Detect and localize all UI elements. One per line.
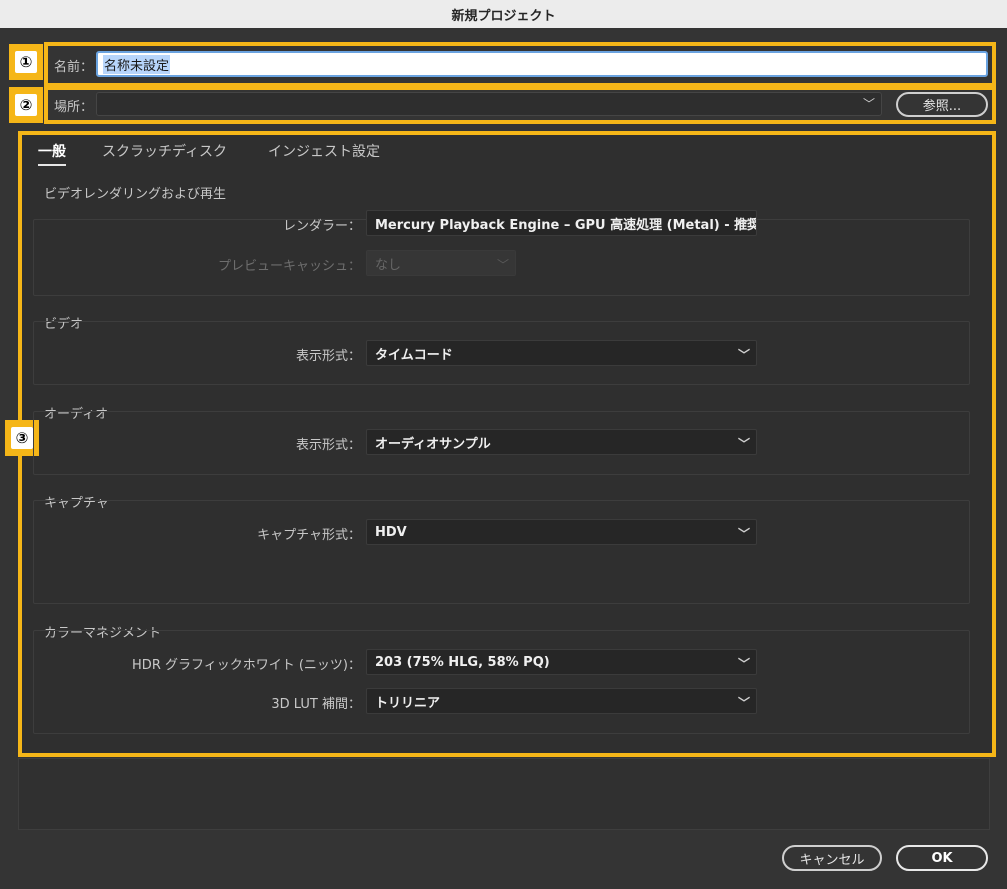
name-input-value: 名称未設定 bbox=[103, 54, 171, 74]
audio-display-format-label: 表示形式： bbox=[295, 438, 361, 453]
marker-1-label: ① bbox=[15, 51, 37, 73]
tab-general[interactable]: 一般 bbox=[38, 141, 66, 161]
chevron-down-icon: ﹀ bbox=[737, 696, 750, 710]
marker-2-label: ② bbox=[15, 94, 37, 116]
capture-format-label: キャプチャ形式： bbox=[257, 528, 361, 543]
marker-3-label: ③ bbox=[11, 427, 33, 449]
preview-cache-label: プレビューキャッシュ： bbox=[217, 259, 361, 274]
lut-interpolation-label: 3D LUT 補間： bbox=[271, 697, 361, 712]
tab-scratch-disks[interactable]: スクラッチディスク bbox=[102, 141, 227, 161]
audio-display-format-dropdown[interactable]: オーディオサンプル ﹀ bbox=[366, 429, 757, 455]
renderer-label: レンダラー： bbox=[282, 219, 361, 234]
group-color-management bbox=[33, 630, 970, 734]
lut-interpolation-dropdown[interactable]: トリリニア ﹀ bbox=[366, 688, 757, 714]
active-tab-indicator bbox=[38, 164, 66, 166]
location-label: 場所： bbox=[54, 100, 94, 115]
window-title: 新規プロジェクト bbox=[0, 0, 1007, 28]
chevron-down-icon: ﹀ bbox=[737, 348, 750, 362]
group-capture bbox=[33, 500, 970, 604]
chevron-down-icon: ﹀ bbox=[737, 527, 750, 541]
browse-button[interactable]: 参照... bbox=[896, 92, 988, 117]
lut-interpolation-value: トリリニア bbox=[375, 695, 441, 711]
hdr-white-dropdown[interactable]: 203 (75% HLG, 58% PQ) ﹀ bbox=[366, 649, 757, 675]
hdr-white-value: 203 (75% HLG, 58% PQ) bbox=[375, 654, 550, 670]
capture-format-value: HDV bbox=[375, 524, 407, 540]
video-display-format-dropdown[interactable]: タイムコード ﹀ bbox=[366, 340, 757, 366]
capture-format-dropdown[interactable]: HDV ﹀ bbox=[366, 519, 757, 545]
video-display-format-value: タイムコード bbox=[375, 347, 453, 363]
preview-cache-value: なし bbox=[375, 257, 402, 273]
video-display-format-label: 表示形式： bbox=[295, 349, 361, 364]
chevron-down-icon: ﹀ bbox=[737, 437, 750, 451]
preview-cache-dropdown: なし ﹀ bbox=[366, 250, 516, 276]
chevron-down-icon: ﹀ bbox=[737, 657, 750, 671]
location-dropdown[interactable]: ﹀ bbox=[96, 92, 882, 116]
chevron-down-icon: ﹀ bbox=[496, 258, 509, 272]
ok-button[interactable]: OK bbox=[896, 845, 988, 871]
name-input[interactable]: 名称未設定 bbox=[96, 51, 988, 77]
marker-1: ① bbox=[9, 44, 43, 80]
name-label: 名前： bbox=[54, 60, 94, 75]
hdr-white-label: HDR グラフィックホワイト (ニッツ)： bbox=[132, 658, 361, 673]
cancel-button[interactable]: キャンセル bbox=[782, 845, 882, 871]
tab-ingest-settings[interactable]: インジェスト設定 bbox=[268, 141, 380, 161]
audio-display-format-value: オーディオサンプル bbox=[375, 436, 491, 452]
renderer-value: Mercury Playback Engine – GPU 高速処理 (Meta… bbox=[375, 217, 757, 233]
section-title-video-rendering: ビデオレンダリングおよび再生 bbox=[44, 187, 227, 202]
marker-2: ② bbox=[9, 87, 43, 123]
renderer-dropdown[interactable]: Mercury Playback Engine – GPU 高速処理 (Meta… bbox=[366, 210, 757, 236]
chevron-down-icon: ﹀ bbox=[862, 97, 875, 111]
chevron-down-icon: ﹀ bbox=[737, 218, 750, 232]
empty-bottom-area bbox=[18, 758, 990, 830]
